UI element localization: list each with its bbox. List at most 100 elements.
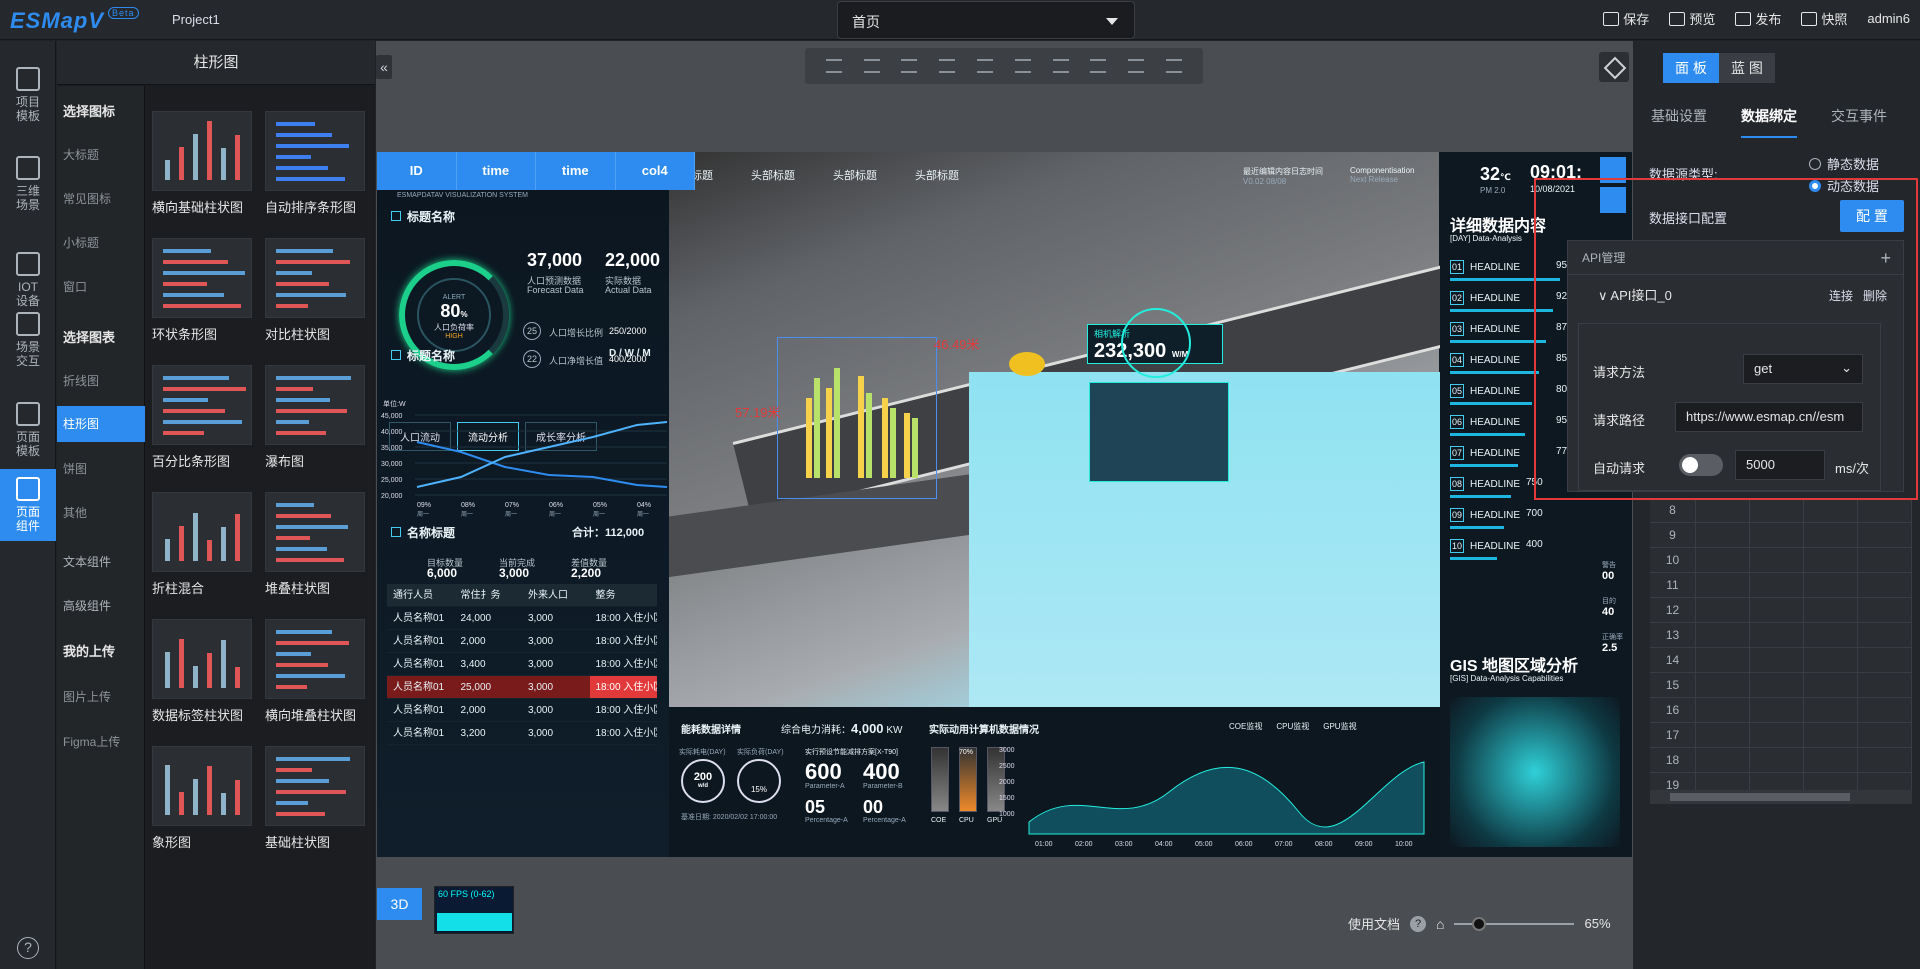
home-icon[interactable]: ⌂: [1436, 916, 1444, 932]
category-item[interactable]: 大标题: [63, 146, 99, 163]
grid-cell[interactable]: [1696, 648, 1750, 672]
layers-icon[interactable]: [1599, 52, 1629, 82]
left-nav-item-4[interactable]: 页面 模板: [0, 394, 56, 466]
align-middle-icon[interactable]: [1052, 59, 1069, 73]
grid-cell[interactable]: [1750, 573, 1804, 597]
path-input[interactable]: https://www.esmap.cn//esm: [1675, 402, 1863, 432]
3d-mode-button[interactable]: 3D: [377, 888, 422, 920]
component-thumb[interactable]: 自动排序条形图: [265, 111, 365, 216]
grid-cell[interactable]: [1750, 648, 1804, 672]
category-item[interactable]: 常见图标: [63, 190, 111, 207]
redo-icon[interactable]: [863, 59, 880, 73]
grid-cell[interactable]: [1858, 598, 1912, 622]
grid-cell[interactable]: [1696, 598, 1750, 622]
grid-row[interactable]: 13: [1650, 623, 1912, 648]
radio-static[interactable]: 静态数据: [1809, 154, 1879, 173]
component-thumb[interactable]: 横向堆叠柱状图: [265, 619, 365, 724]
method-select[interactable]: get ⌄: [1743, 354, 1863, 384]
grid-cell[interactable]: [1750, 498, 1804, 522]
table-header-cell[interactable]: time: [457, 152, 536, 190]
connect-link[interactable]: 连接: [1829, 289, 1853, 303]
grid-row[interactable]: 15: [1650, 673, 1912, 698]
grid-cell[interactable]: [1858, 573, 1912, 597]
grid-cell[interactable]: [1858, 548, 1912, 572]
grid-cell[interactable]: [1750, 723, 1804, 747]
grid-cell[interactable]: [1858, 523, 1912, 547]
grid-cell[interactable]: [1804, 498, 1858, 522]
tab-data-binding[interactable]: 数据绑定: [1741, 106, 1797, 138]
top-action-0[interactable]: 保存: [1603, 9, 1649, 28]
grid-cell[interactable]: [1858, 498, 1912, 522]
grid-cell[interactable]: [1750, 698, 1804, 722]
category-group[interactable]: 选择图表: [63, 327, 115, 346]
screen-top-tab[interactable]: 头部标题: [751, 167, 795, 183]
left-nav-item-0[interactable]: 项目 模板: [0, 59, 56, 131]
align-bottom-icon[interactable]: [1090, 59, 1107, 73]
align-center-icon[interactable]: [939, 59, 956, 73]
component-thumb[interactable]: 百分比条形图: [152, 365, 252, 470]
grid-cell[interactable]: [1804, 623, 1858, 647]
category-item[interactable]: 饼图: [63, 460, 87, 477]
grid-cell[interactable]: [1804, 548, 1858, 572]
category-item[interactable]: 柱形图: [57, 406, 145, 442]
grid-cell[interactable]: [1804, 673, 1858, 697]
tab-blueprint[interactable]: 蓝 图: [1719, 53, 1775, 83]
grid-row[interactable]: 8: [1650, 498, 1912, 523]
screen-top-tab[interactable]: 头部标题: [833, 167, 877, 183]
help-icon[interactable]: ?: [17, 937, 39, 959]
grid-cell[interactable]: [1750, 748, 1804, 772]
zoom-knob[interactable]: [1472, 916, 1487, 931]
api-item[interactable]: ∨ API接口_0 连接 删除: [1568, 275, 1903, 317]
pin-marker-icon[interactable]: [1009, 352, 1045, 376]
tab-interaction-events[interactable]: 交互事件: [1831, 106, 1887, 138]
component-thumb[interactable]: 基础柱状图: [265, 746, 365, 851]
add-icon[interactable]: +: [1880, 241, 1891, 275]
grid-scrollbar[interactable]: [1650, 790, 1912, 804]
zoom-slider[interactable]: [1454, 916, 1575, 931]
page-select[interactable]: 首页: [837, 1, 1135, 39]
grid-row[interactable]: 17: [1650, 723, 1912, 748]
category-group[interactable]: 我的上传: [63, 641, 115, 660]
top-action-3[interactable]: 快照: [1801, 9, 1847, 28]
category-item[interactable]: 文本组件: [63, 553, 111, 570]
top-action-2[interactable]: 发布: [1735, 9, 1781, 28]
grid-cell[interactable]: [1804, 748, 1858, 772]
left-nav-item-1[interactable]: 三维 场景: [0, 148, 56, 220]
screen-top-tab[interactable]: 头部标题: [915, 167, 959, 183]
grid-cell[interactable]: [1750, 598, 1804, 622]
grid-row[interactable]: 18: [1650, 748, 1912, 773]
component-thumb[interactable]: 环状条形图: [152, 238, 252, 343]
dashboard-preview[interactable]: 46.49米 57.19米 相机解析 232,300 W/M ID time tim…: [377, 152, 1632, 857]
grid-cell[interactable]: [1804, 723, 1858, 747]
component-thumb[interactable]: 对比柱状图: [265, 238, 365, 343]
grid-cell[interactable]: [1750, 673, 1804, 697]
grid-cell[interactable]: [1858, 623, 1912, 647]
grid-cell[interactable]: [1858, 673, 1912, 697]
table-row[interactable]: 人员名称01 24,000 3,000 18:00 入住小区内部: [387, 607, 657, 630]
component-thumb[interactable]: 象形图: [152, 746, 252, 851]
project-name[interactable]: Project1: [172, 12, 220, 27]
grid-cell[interactable]: [1804, 523, 1858, 547]
table-row[interactable]: 人员名称01 3,200 3,000 18:00 入住小区内部: [387, 722, 657, 745]
grid-row[interactable]: 14: [1650, 648, 1912, 673]
grid-cell[interactable]: [1804, 573, 1858, 597]
component-thumb[interactable]: 数据标签柱状图: [152, 619, 252, 724]
scrollbar-thumb[interactable]: [1670, 793, 1850, 801]
grid-row[interactable]: 9: [1650, 523, 1912, 548]
grid-row[interactable]: 12: [1650, 598, 1912, 623]
table-row[interactable]: 人员名称01 25,000 3,000 18:00 入住小区内部: [387, 676, 657, 699]
top-action-1[interactable]: 预览: [1669, 9, 1715, 28]
grid-cell[interactable]: [1696, 723, 1750, 747]
left-nav-item-3[interactable]: 场景 交互: [0, 304, 56, 376]
delete-link[interactable]: 删除: [1863, 289, 1887, 303]
component-thumb[interactable]: 瀑布图: [265, 365, 365, 470]
align-top-icon[interactable]: [1014, 59, 1031, 73]
table-header-cell[interactable]: ID: [377, 152, 457, 190]
category-item[interactable]: 图片上传: [63, 688, 111, 705]
category-item[interactable]: 窗口: [63, 278, 87, 295]
align-right-icon[interactable]: [977, 59, 994, 73]
grid-cell[interactable]: [1750, 623, 1804, 647]
tab-basic-settings[interactable]: 基础设置: [1651, 106, 1707, 138]
left-nav-item-5[interactable]: 页面 组件: [0, 469, 56, 541]
grid-cell[interactable]: [1804, 648, 1858, 672]
